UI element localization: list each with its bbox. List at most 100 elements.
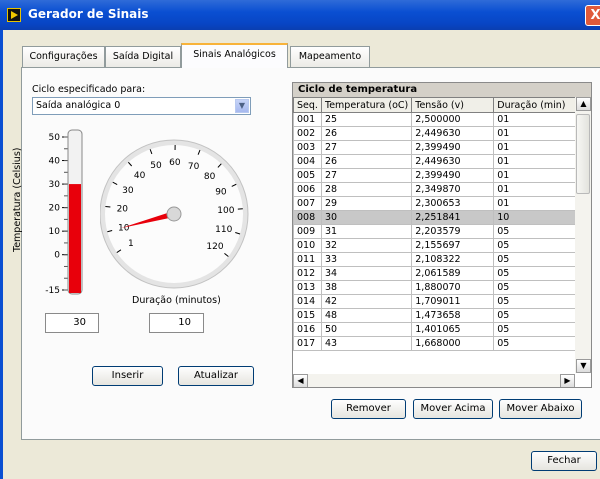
table-row[interactable]: 016 50 1,401065 05 [293, 322, 581, 337]
fechar-button[interactable]: Fechar [531, 451, 597, 471]
cell-seq: 006 [293, 182, 322, 197]
table-row[interactable]: 012 34 2,061589 05 [293, 266, 581, 281]
gauge-tick-label: 40 [134, 171, 146, 181]
column-header-duracao[interactable]: Duração (min) [493, 97, 581, 113]
table-row[interactable]: 004 26 2,449630 01 [293, 154, 581, 169]
tab-saida-digital[interactable]: Saída Digital [105, 46, 181, 67]
cell-seq: 011 [293, 252, 322, 267]
table-row[interactable]: 009 31 2,203579 05 [293, 224, 581, 239]
cell-duracao: 01 [493, 196, 581, 211]
thermometer-axis-label: Temperatura (Celsius) [12, 147, 23, 252]
app-icon [7, 8, 21, 22]
table-row[interactable]: 015 48 1,473658 05 [293, 308, 581, 323]
cell-tensao: 2,399490 [411, 140, 495, 155]
duration-value[interactable]: 10 [149, 313, 204, 333]
cell-duracao: 01 [493, 168, 581, 183]
cell-duracao: 01 [493, 182, 581, 197]
cell-duracao: 05 [493, 252, 581, 267]
tab-configuracoes[interactable]: Configurações [22, 46, 105, 67]
chevron-down-icon[interactable]: ▼ [235, 99, 249, 113]
table-row[interactable]: 007 29 2,300653 01 [293, 196, 581, 211]
atualizar-button[interactable]: Atualizar [178, 366, 254, 386]
table-row[interactable]: 008 30 2,251841 10 [293, 210, 581, 225]
table-row[interactable]: 011 33 2,108322 05 [293, 252, 581, 267]
data-grid[interactable]: Seq. Temperatura (oC) Tensão (v) Duração… [293, 97, 581, 351]
cell-tensao: 2,449630 [411, 154, 495, 169]
cell-duracao: 01 [493, 140, 581, 155]
gauge-tick-label: 10 [118, 223, 130, 233]
table-row[interactable]: 001 25 2,500000 01 [293, 112, 581, 127]
output-select[interactable]: Saída analógica 0 ▼ [32, 97, 251, 115]
cell-temperatura: 28 [320, 182, 413, 197]
tab-sinais-analogicos[interactable]: Sinais Analógicos [181, 43, 288, 68]
cell-temperatura: 26 [320, 126, 413, 141]
scrollbar-thumb[interactable] [576, 114, 590, 194]
scroll-down-icon[interactable]: ▼ [576, 359, 591, 373]
title-bar: Gerador de Sinais X [0, 0, 600, 30]
close-button[interactable]: X [585, 5, 600, 26]
cell-duracao: 05 [493, 224, 581, 239]
thermometer-tick-label: 20 [49, 204, 61, 214]
gauge-tick-label: 120 [206, 242, 223, 252]
gauge-tick-label: 100 [217, 206, 234, 216]
gauge-tick-label: 80 [204, 172, 216, 182]
thermometer-tick-label: 0 [54, 251, 60, 261]
cell-seq: 002 [293, 126, 322, 141]
cell-seq: 017 [293, 336, 322, 351]
temperature-value[interactable]: 30 [45, 313, 99, 333]
column-header-seq[interactable]: Seq. [293, 97, 322, 113]
table-row[interactable]: 017 43 1,668000 05 [293, 336, 581, 351]
table-caption: Ciclo de temperatura [293, 83, 591, 97]
scroll-up-icon[interactable]: ▲ [576, 97, 591, 111]
mover-abaixo-button[interactable]: Mover Abaixo [499, 399, 582, 419]
table-row[interactable]: 010 32 2,155697 05 [293, 238, 581, 253]
cell-duracao: 05 [493, 238, 581, 253]
cell-tensao: 2,449630 [411, 126, 495, 141]
cell-seq: 004 [293, 154, 322, 169]
cell-tensao: 1,401065 [411, 322, 495, 337]
gauge-tick-label: 50 [150, 161, 162, 171]
cell-seq: 001 [293, 112, 322, 127]
cell-duracao: 10 [493, 210, 581, 225]
gauge-tick [105, 206, 111, 208]
duration-gauge[interactable]: 11020304050 60 708090100110120 [100, 130, 255, 290]
thermometer[interactable]: 50 40 30 20 10 0 -15 [28, 125, 98, 305]
table-row[interactable]: 014 42 1,709011 05 [293, 294, 581, 309]
output-select-value: Saída analógica 0 [36, 100, 121, 111]
gauge-tick-label: 60 [169, 158, 181, 168]
horizontal-scrollbar[interactable]: ◀ ▶ [293, 374, 575, 387]
cell-seq: 013 [293, 280, 322, 295]
vertical-scrollbar[interactable]: ▲ ▼ [575, 97, 591, 373]
cell-duracao: 05 [493, 336, 581, 351]
table-row[interactable]: 006 28 2,349870 01 [293, 182, 581, 197]
cell-temperatura: 43 [320, 336, 413, 351]
table-row[interactable]: 013 38 1,880070 05 [293, 280, 581, 295]
cell-duracao: 01 [493, 154, 581, 169]
scroll-right-icon[interactable]: ▶ [560, 374, 575, 387]
thermometer-tick-label: 50 [49, 133, 61, 143]
cell-temperatura: 32 [320, 238, 413, 253]
mover-acima-button[interactable]: Mover Acima [413, 399, 493, 419]
column-header-tensao[interactable]: Tensão (v) [411, 97, 495, 113]
gauge-label: Duração (minutos) [132, 295, 221, 306]
cell-tensao: 2,349870 [411, 182, 495, 197]
cell-temperatura: 26 [320, 154, 413, 169]
gauge-tick-label: 20 [117, 204, 129, 214]
cell-temperatura: 38 [320, 280, 413, 295]
cell-temperatura: 30 [320, 210, 413, 225]
cell-seq: 009 [293, 224, 322, 239]
thermometer-tick-label: 30 [49, 180, 61, 190]
cell-tensao: 1,473658 [411, 308, 495, 323]
cell-seq: 015 [293, 308, 322, 323]
table-row[interactable]: 003 27 2,399490 01 [293, 140, 581, 155]
inserir-button[interactable]: Inserir [92, 366, 163, 386]
remover-button[interactable]: Remover [331, 399, 406, 419]
gauge-tick-label: 30 [122, 186, 134, 196]
table-row[interactable]: 005 27 2,399490 01 [293, 168, 581, 183]
cell-tensao: 2,061589 [411, 266, 495, 281]
tab-mapeamento[interactable]: Mapeamento [290, 46, 370, 67]
scroll-left-icon[interactable]: ◀ [293, 374, 308, 387]
table-row[interactable]: 002 26 2,449630 01 [293, 126, 581, 141]
column-header-temperatura[interactable]: Temperatura (oC) [320, 97, 413, 113]
window-frame [0, 30, 3, 479]
